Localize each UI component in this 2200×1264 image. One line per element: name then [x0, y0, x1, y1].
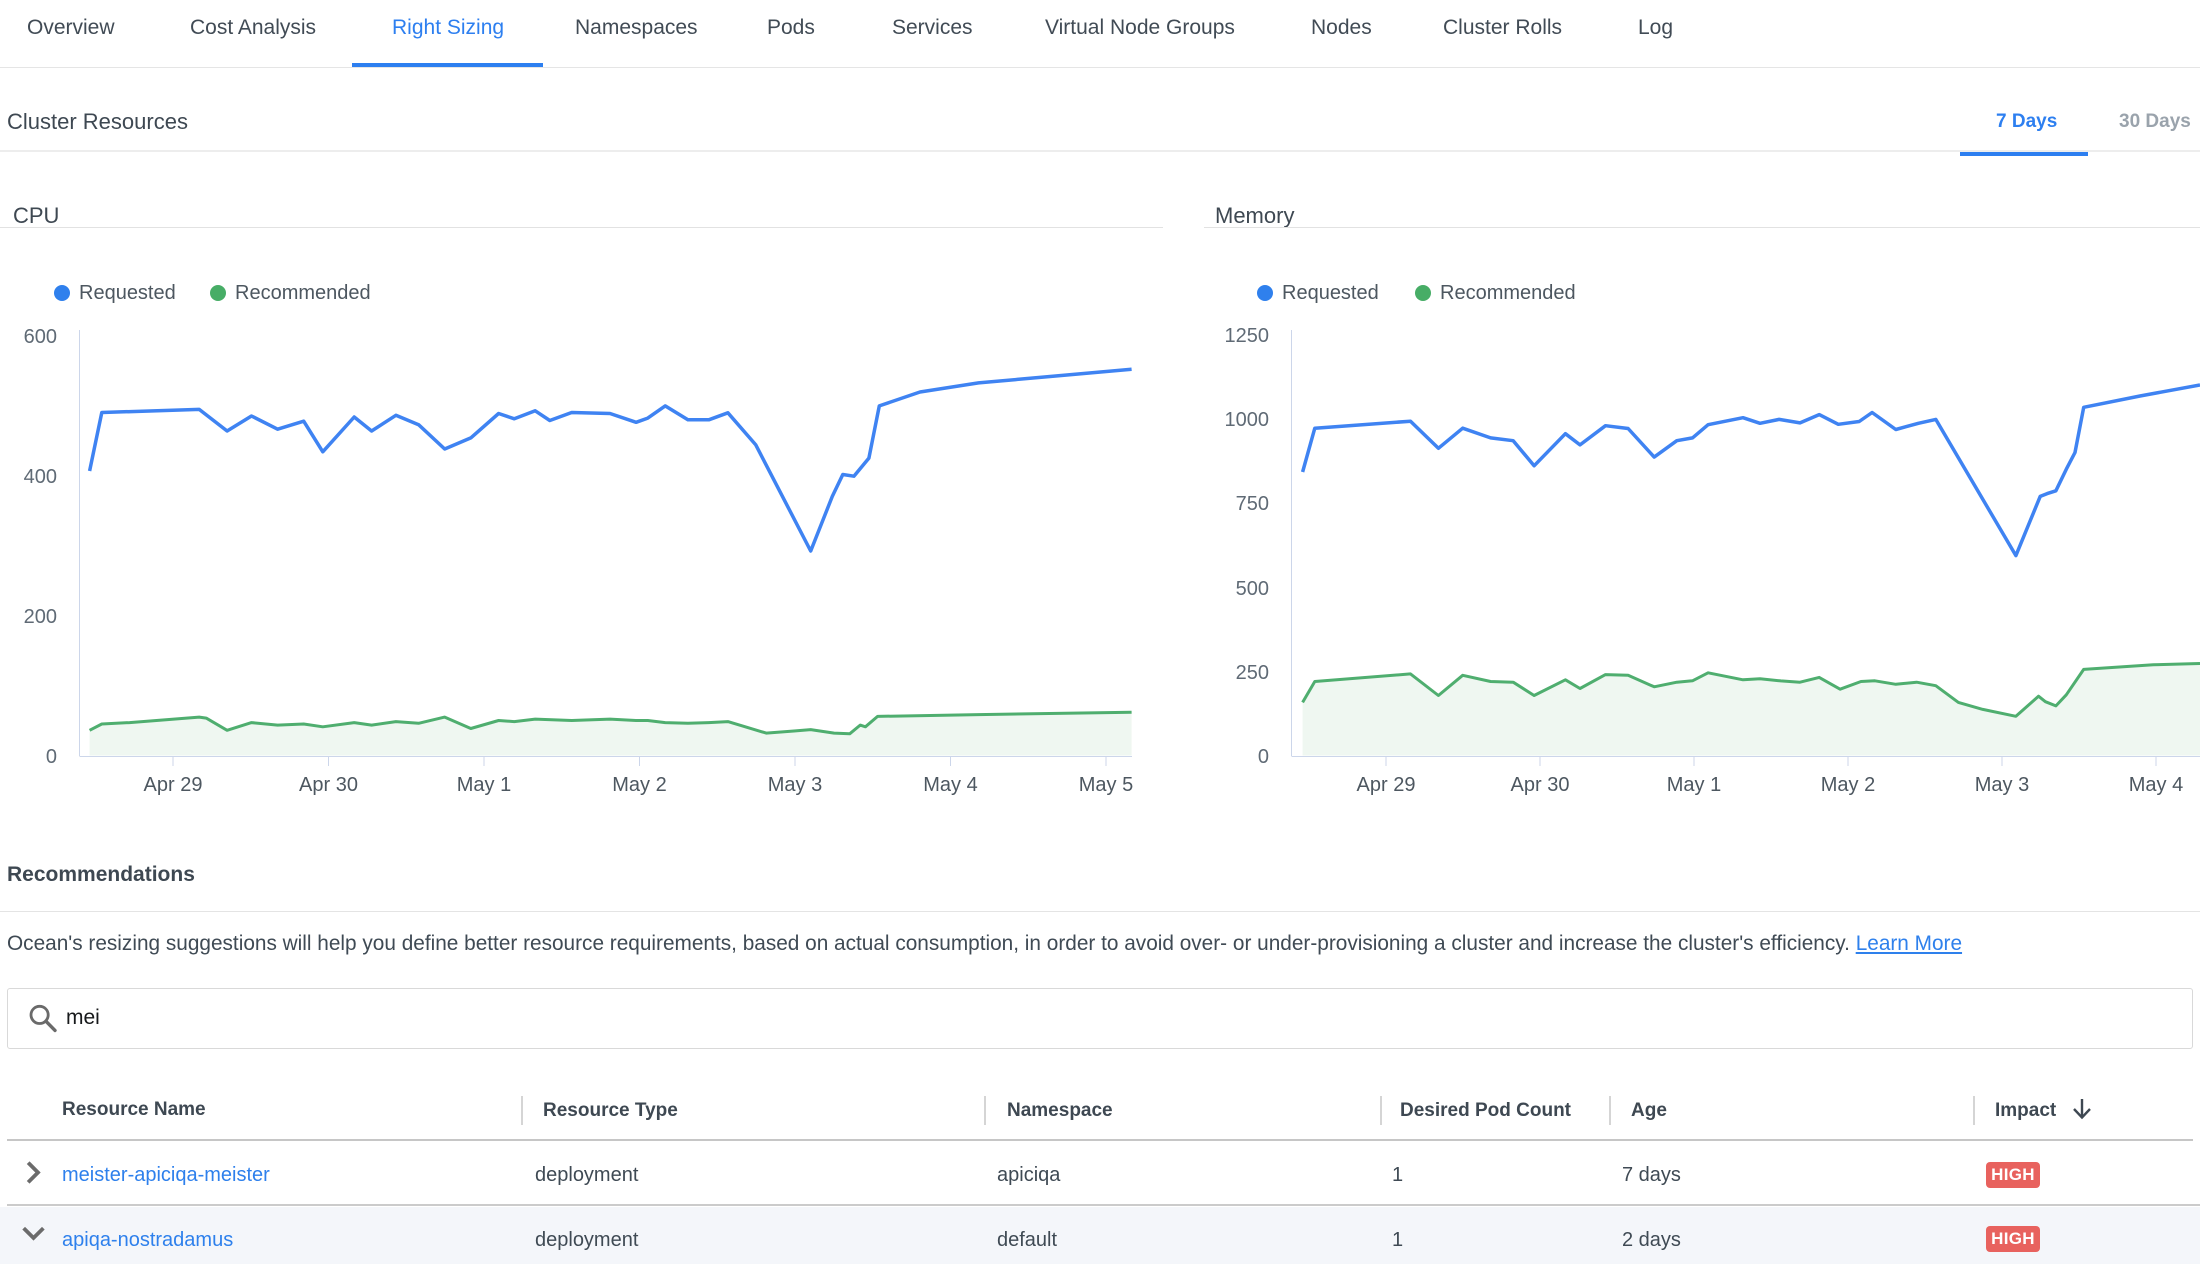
svg-text:May 1: May 1 — [1667, 774, 1721, 796]
svg-text:May 2: May 2 — [612, 774, 666, 796]
svg-text:May 4: May 4 — [923, 774, 977, 796]
svg-text:Apr 29: Apr 29 — [144, 774, 203, 796]
svg-text:0: 0 — [46, 746, 57, 768]
svg-text:May 3: May 3 — [1975, 774, 2029, 796]
svg-text:May 1: May 1 — [457, 774, 511, 796]
svg-text:0: 0 — [1258, 746, 1269, 768]
svg-text:250: 250 — [1236, 662, 1269, 684]
svg-text:400: 400 — [24, 466, 57, 488]
svg-text:May 3: May 3 — [768, 774, 822, 796]
svg-text:1000: 1000 — [1225, 409, 1270, 431]
svg-text:May 2: May 2 — [1821, 774, 1875, 796]
svg-text:600: 600 — [24, 326, 57, 348]
svg-text:May 4: May 4 — [2129, 774, 2183, 796]
svg-text:200: 200 — [24, 606, 57, 628]
svg-text:Apr 29: Apr 29 — [1357, 774, 1416, 796]
svg-text:500: 500 — [1236, 578, 1269, 600]
svg-text:750: 750 — [1236, 493, 1269, 515]
svg-text:Apr 30: Apr 30 — [299, 774, 358, 796]
svg-text:1250: 1250 — [1225, 325, 1270, 347]
svg-text:Apr 30: Apr 30 — [1511, 774, 1570, 796]
svg-text:May 5: May 5 — [1079, 774, 1133, 796]
